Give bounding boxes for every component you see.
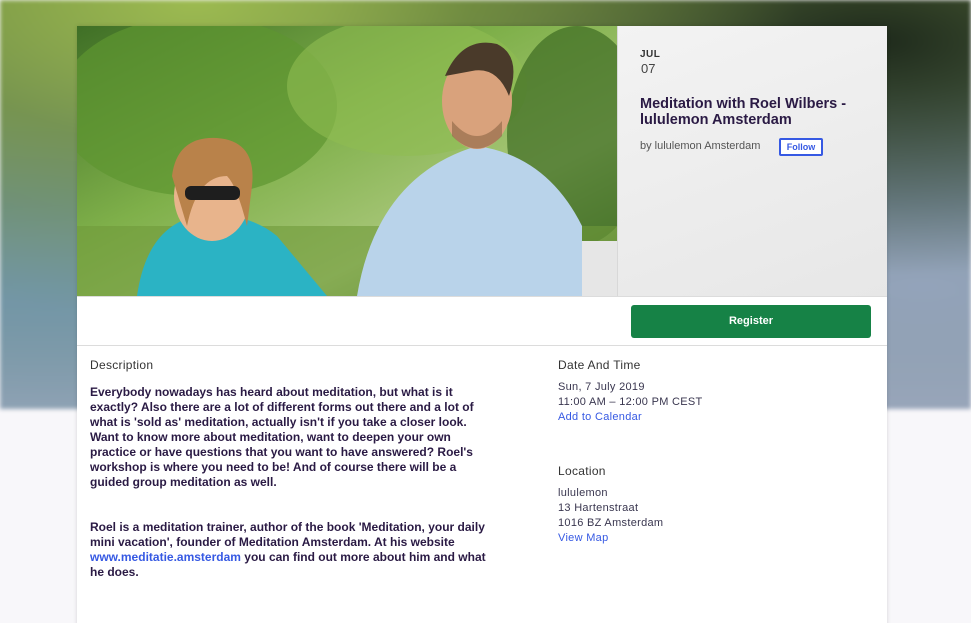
venue-city: 1016 BZ Amsterdam	[558, 517, 664, 529]
location-heading: Location	[558, 464, 606, 478]
event-date: Sun, 7 July 2019	[558, 381, 645, 393]
description-paragraph-2: Roel is a meditation trainer, author of …	[90, 520, 490, 580]
description-heading: Description	[90, 358, 154, 372]
description-paragraph-1: Everybody nowadays has heard about medit…	[90, 385, 474, 489]
event-hero-image	[77, 26, 617, 296]
event-summary-panel: JUL 07 Meditation with Roel Wilbers - lu…	[617, 26, 887, 296]
venue-name: lululemon	[558, 487, 608, 499]
website-link[interactable]: www.meditatie.amsterdam	[90, 550, 241, 564]
date-time-heading: Date And Time	[558, 358, 641, 372]
follow-button[interactable]: Follow	[779, 138, 823, 156]
event-month: JUL	[640, 49, 661, 60]
view-map-link[interactable]: View Map	[558, 532, 609, 544]
add-to-calendar-link[interactable]: Add to Calendar	[558, 411, 642, 423]
register-bar: Register	[77, 296, 887, 346]
event-title: Meditation with Roel Wilbers - lululemon…	[640, 96, 847, 128]
paragraph-2-text-start: Roel is a meditation trainer, author of …	[90, 520, 485, 549]
organizer-name: by lululemon Amsterdam	[640, 140, 761, 152]
register-button[interactable]: Register	[631, 305, 871, 338]
venue-street: 13 Hartenstraat	[558, 502, 639, 514]
event-time: 11:00 AM – 12:00 PM CEST	[558, 396, 703, 408]
event-day: 07	[641, 61, 656, 76]
hero-photo-illustration	[77, 26, 617, 296]
